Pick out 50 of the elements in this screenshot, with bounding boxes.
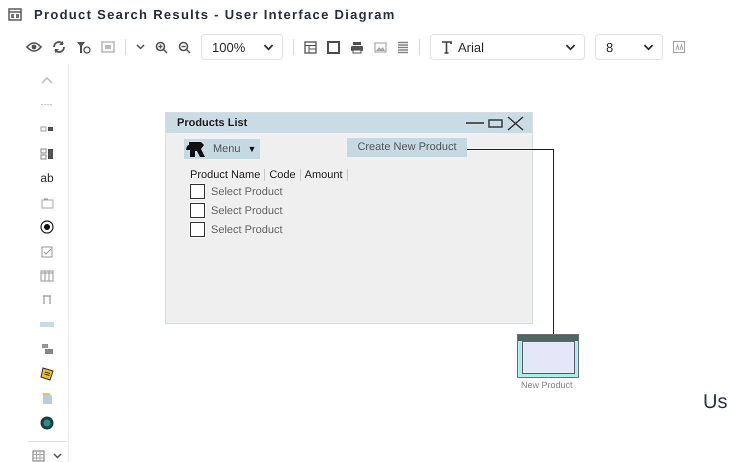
- eye-icon[interactable]: [26, 41, 42, 53]
- window-title: Product Search Results - User Interface Diagram: [34, 6, 396, 22]
- checkbox-label: Select Product: [211, 204, 283, 216]
- checkbox[interactable]: [190, 184, 205, 199]
- layout-icon[interactable]: [304, 40, 317, 54]
- close-icon[interactable]: [507, 116, 524, 130]
- print-icon[interactable]: [350, 40, 364, 54]
- maximize-icon[interactable]: [488, 118, 503, 128]
- font-size-dropdown[interactable]: 8: [595, 34, 663, 60]
- zoom-in-icon[interactable]: [155, 40, 168, 54]
- notepad-icon[interactable]: [40, 366, 54, 381]
- radio-button-icon[interactable]: [40, 220, 54, 234]
- checkbox-label: Select Product: [211, 186, 283, 198]
- checkbox[interactable]: [190, 203, 205, 218]
- menu-button[interactable]: Menu ▼: [184, 139, 260, 159]
- checkbox-icon[interactable]: [41, 246, 53, 258]
- grid-icon[interactable]: [32, 450, 45, 462]
- circle-icon[interactable]: [40, 416, 54, 430]
- create-new-product-button[interactable]: Create New Product: [347, 138, 466, 156]
- zoom-out-icon[interactable]: [178, 40, 191, 54]
- filter-icon[interactable]: [76, 40, 91, 54]
- minimize-icon[interactable]: [466, 121, 484, 125]
- node-label: New Product: [521, 380, 573, 390]
- checkbox-label: Select Product: [211, 224, 283, 236]
- window-title: Products List: [177, 117, 248, 129]
- align-lines-icon[interactable]: [397, 40, 409, 54]
- diagram-icon: [8, 8, 22, 20]
- chevron-down-icon[interactable]: [565, 44, 576, 50]
- fit-icon[interactable]: [101, 41, 115, 53]
- image-icon[interactable]: [374, 42, 387, 52]
- new-product-window-node[interactable]: [517, 334, 579, 378]
- text-field-icon[interactable]: [40, 196, 54, 209]
- chevron-down-icon[interactable]: [643, 44, 654, 50]
- column-header: Product Name: [190, 169, 266, 181]
- column-header: Code: [265, 169, 301, 181]
- font-dropdown[interactable]: Arial: [430, 34, 585, 60]
- font-icon: [441, 40, 452, 54]
- chevron-down-icon[interactable]: [136, 44, 145, 50]
- chevron-down-icon[interactable]: [53, 453, 62, 459]
- frame-icon[interactable]: [327, 40, 340, 54]
- zoom-dropdown[interactable]: 100%: [201, 34, 283, 60]
- refresh-icon[interactable]: [52, 40, 66, 54]
- checkbox[interactable]: [190, 222, 205, 237]
- column-header: Amount: [300, 169, 348, 181]
- text-tool-icon[interactable]: ab: [40, 171, 54, 186]
- tabs-icon[interactable]: [40, 343, 54, 356]
- heading-text: Us: [703, 391, 728, 414]
- table-icon[interactable]: [40, 270, 54, 282]
- columns-icon[interactable]: [42, 295, 52, 306]
- chevron-down-icon[interactable]: [263, 44, 274, 50]
